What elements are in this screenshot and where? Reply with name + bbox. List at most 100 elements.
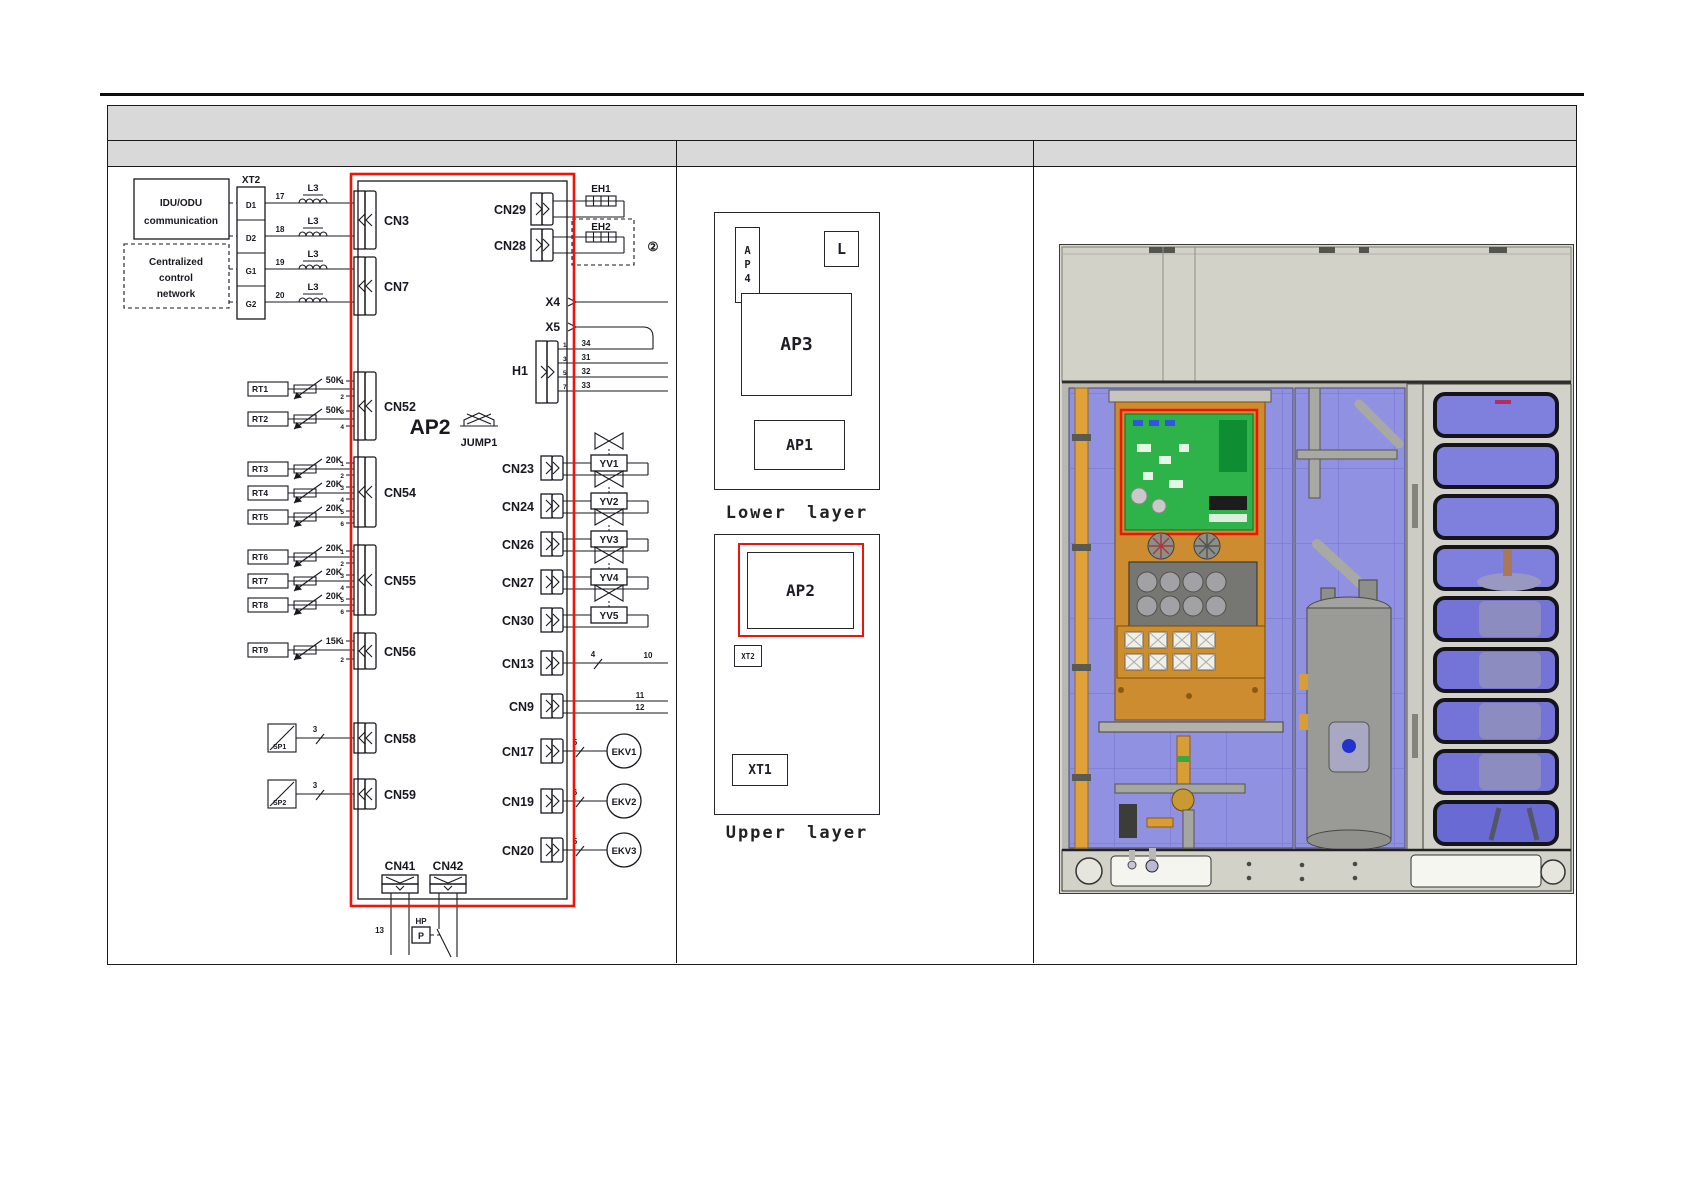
rt6-label: RT6 — [252, 552, 268, 562]
cn52-pin4: 4 — [340, 424, 344, 431]
cn41-cn42-group: CN41 CN42 13 HP P — [375, 859, 467, 958]
base-cutout-left — [1110, 855, 1212, 887]
terminal-d1: D1 — [246, 201, 257, 210]
cn55-label: CN55 — [384, 574, 416, 588]
ap3-box: AP3 — [741, 293, 852, 396]
cn24-label: CN24 — [502, 500, 534, 514]
sp1-label: SP1 — [273, 744, 286, 751]
rt4-value: 20K — [326, 479, 343, 489]
rt4-label: RT4 — [252, 488, 268, 498]
h1-wire-34: 34 — [582, 339, 591, 348]
rt1-value: 50K — [326, 375, 343, 385]
comm-wires: 17 18 19 20 L3 L3 L3 L3 — [265, 183, 354, 303]
subheader-cell-layout — [676, 141, 1033, 166]
subheader-cell-wiring — [108, 141, 676, 166]
cn13-slash-num: 4 — [591, 650, 596, 659]
rt8-label: RT8 — [252, 600, 268, 610]
top-panel — [1061, 246, 1572, 384]
rt2-label: RT2 — [252, 414, 268, 424]
hp-switch-label: HP — [415, 917, 427, 926]
idu-box-line1: IDU/ODU — [160, 198, 202, 209]
rt2-value: 50K — [326, 405, 343, 415]
rt9-label: RT9 — [252, 645, 268, 655]
ap4-letter-a: A — [744, 244, 751, 257]
cn28-label: CN28 — [494, 239, 526, 253]
upper-layer-caption: Upper layer — [725, 823, 869, 843]
inverter-module — [1128, 561, 1258, 627]
cn27-label: CN27 — [502, 576, 534, 590]
cn56-group: 1 2 CN56 RT9 15K — [247, 632, 416, 670]
cn56-pin2: 2 — [340, 657, 344, 664]
ap2-main-board — [1124, 413, 1254, 531]
ap2-layout-box: AP2 — [747, 552, 854, 629]
h1-pin7: 7 — [563, 384, 567, 391]
cn20-ekv3-group: CN20 5 EKV3 — [502, 832, 642, 868]
cn59-label: CN59 — [384, 788, 416, 802]
inductor-l3-3: L3 — [307, 249, 318, 260]
cn9-group: CN9 11 12 — [509, 691, 668, 719]
cn17-label: CN17 — [502, 745, 534, 759]
ekv1-label: EKV1 — [612, 747, 638, 758]
yv2-label: YV2 — [600, 497, 619, 508]
cn55-pin6: 6 — [340, 609, 344, 616]
control-box-assembly — [1108, 389, 1272, 721]
coil-louver-section — [1422, 383, 1572, 851]
cn20-label: CN20 — [502, 844, 534, 858]
inductor-l3-2: L3 — [307, 216, 318, 227]
central-box-line3: network — [157, 289, 196, 300]
sp2-wire-count: 3 — [313, 781, 318, 790]
external-comm-section: XT2 D1 D2 G1 G2 IDU/ODU communication Ce… — [123, 175, 409, 320]
inductor-l3-1: L3 — [307, 183, 318, 194]
h1-wire-31: 31 — [582, 353, 591, 362]
jump1-label: JUMP1 — [461, 437, 498, 449]
wiring-diagram-cell: XT2 D1 D2 G1 G2 IDU/ODU communication Ce… — [108, 167, 676, 963]
cn58-label: CN58 — [384, 732, 416, 746]
wire-num-13: 13 — [375, 926, 384, 935]
unit-photo-cell — [1033, 167, 1576, 963]
cn9-wire-12: 12 — [636, 703, 645, 712]
terminal-g1: G1 — [246, 267, 257, 276]
cn54-group: 1 2 3 4 5 6 CN54 RT3 20K RT4 20K RT5 20K — [247, 455, 416, 528]
cn9-label: CN9 — [509, 700, 534, 714]
wire-num-19: 19 — [276, 258, 285, 267]
cn54-label: CN54 — [384, 486, 416, 500]
idu-box-line2: communication — [144, 216, 218, 227]
eh1-label: EH1 — [591, 184, 611, 195]
cn29-eh1-group: CN29 EH1 — [494, 184, 625, 226]
yv3-label: YV3 — [600, 535, 619, 546]
xt1-layout-box: XT1 — [732, 754, 788, 786]
terminal-g2: G2 — [246, 300, 257, 309]
manual-page: XT2 D1 D2 G1 G2 IDU/ODU communication Ce… — [0, 0, 1684, 1191]
cn3-label: CN3 — [384, 214, 409, 228]
h1-wire-32: 32 — [582, 367, 591, 376]
h1-pin1: 1 — [563, 342, 567, 349]
forklift-hole-right — [1540, 859, 1566, 885]
hp-switch-symbol: P — [418, 931, 424, 941]
unit-photo — [1059, 244, 1574, 894]
rt7-label: RT7 — [252, 576, 268, 586]
cn7-connector: CN7 — [353, 256, 409, 316]
cn13-wire-num: 10 — [644, 651, 653, 660]
rt5-label: RT5 — [252, 512, 268, 522]
cn17-ekv1-group: CN17 5 EKV1 — [502, 733, 642, 769]
rt9-value: 15K — [326, 636, 343, 646]
ekv3-label: EKV3 — [612, 846, 637, 857]
cn52-group: 1 2 3 4 CN52 RT1 50K RT2 50K — [247, 371, 416, 441]
ap4-letter-4: 4 — [744, 273, 751, 286]
inductor-l3-4: L3 — [307, 282, 318, 293]
h1-group: H1 1 3 5 7 34 31 32 33 — [512, 339, 668, 404]
board-layout-cell: A P 4 L AP3 AP1 Lower layer AP2 XT2 XT1 … — [676, 167, 1033, 963]
terminal-d2: D2 — [246, 234, 257, 243]
cn52-label: CN52 — [384, 400, 416, 414]
cn19-ekv2-group: CN19 6 EKV2 — [502, 783, 642, 819]
cn41-label: CN41 — [385, 859, 416, 873]
cn54-pin6: 6 — [340, 521, 344, 528]
wire-num-18: 18 — [276, 225, 285, 234]
page-top-rule — [100, 93, 1584, 96]
rt1-label: RT1 — [252, 384, 268, 394]
cn28-eh2-group: CN28 EH2 ② — [494, 218, 659, 266]
l-box: L — [824, 231, 859, 267]
cn9-wire-11: 11 — [636, 691, 645, 700]
cn23-label: CN23 — [502, 462, 534, 476]
h1-label: H1 — [512, 364, 528, 378]
